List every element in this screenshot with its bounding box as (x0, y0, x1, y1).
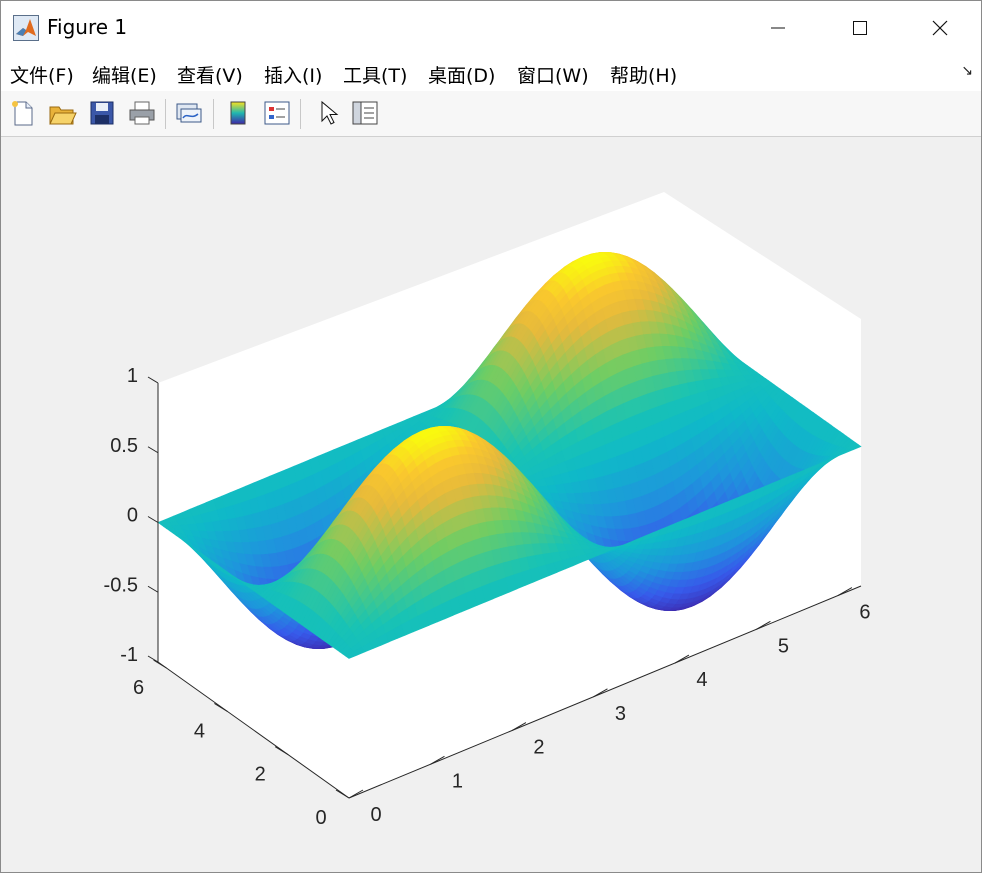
y-tick-label: 4 (194, 720, 205, 742)
plot-area: 0 1 2 3 4 5 6 0 2 4 6 -1 -0.5 0 0.5 1 (1, 138, 981, 872)
maximize-button[interactable] (819, 1, 901, 55)
matlab-logo-icon (13, 15, 39, 41)
x-tick-label: 5 (778, 635, 789, 657)
axis-line (148, 586, 158, 592)
y-tick-label: 0 (315, 807, 326, 829)
link-plot-icon[interactable] (173, 98, 203, 128)
axis-line (148, 517, 158, 523)
axis-line (148, 377, 158, 383)
figure-toolbar (1, 91, 981, 137)
z-tick-label: 1 (127, 365, 138, 387)
axis-line (148, 447, 158, 453)
close-button[interactable] (899, 1, 981, 55)
maximize-icon (852, 20, 868, 36)
x-tick-label: 6 (859, 602, 870, 624)
menu-file[interactable]: 文件(F) (10, 61, 74, 88)
legend-icon[interactable] (262, 98, 292, 128)
minimize-button[interactable] (737, 1, 819, 55)
z-tick-label: -0.5 (104, 574, 138, 596)
toolbar-separator (165, 99, 166, 129)
x-tick-label: 0 (370, 804, 381, 826)
dock-arrow-icon[interactable]: ↘ (961, 63, 973, 79)
z-tick-label: 0 (127, 505, 138, 527)
y-tick-label: 2 (255, 764, 266, 786)
colorbar-icon[interactable] (223, 98, 253, 128)
z-tick-label: -1 (120, 644, 138, 666)
z-tick-label: 0.5 (110, 435, 138, 457)
title-bar: Figure 1 (1, 1, 981, 55)
close-icon (932, 20, 948, 36)
window-title: Figure 1 (47, 15, 127, 39)
x-tick-label: 3 (615, 703, 626, 725)
menu-help[interactable]: 帮助(H) (610, 61, 677, 88)
y-tick-label: 6 (133, 677, 144, 699)
menu-bar: 文件(F) 编辑(E) 查看(V) 插入(I) 工具(T) 桌面(D) 窗口(W… (1, 55, 981, 91)
print-icon[interactable] (127, 98, 157, 128)
pointer-icon[interactable] (313, 98, 343, 128)
surface-plot[interactable]: 0 1 2 3 4 5 6 0 2 4 6 -1 -0.5 0 0.5 1 (1, 138, 981, 872)
x-tick-label: 4 (696, 669, 707, 691)
minimize-icon (770, 20, 786, 36)
property-inspector-icon[interactable] (350, 98, 380, 128)
axis-line (148, 656, 158, 662)
menu-desktop[interactable]: 桌面(D) (428, 61, 495, 88)
figure-window: Figure 1 文件(F) 编辑(E) 查看(V) 插入(I) 工具(T) 桌… (0, 0, 982, 873)
save-icon[interactable] (87, 98, 117, 128)
new-figure-icon[interactable] (8, 98, 38, 128)
menu-insert[interactable]: 插入(I) (264, 61, 322, 88)
x-tick-label: 2 (533, 737, 544, 759)
menu-window[interactable]: 窗口(W) (517, 61, 589, 88)
toolbar-separator (213, 99, 214, 129)
open-file-icon[interactable] (47, 98, 77, 128)
menu-view[interactable]: 查看(V) (177, 61, 243, 88)
menu-edit[interactable]: 编辑(E) (92, 61, 157, 88)
toolbar-separator (300, 99, 301, 129)
menu-tools[interactable]: 工具(T) (343, 61, 407, 88)
x-tick-label: 1 (452, 770, 463, 792)
